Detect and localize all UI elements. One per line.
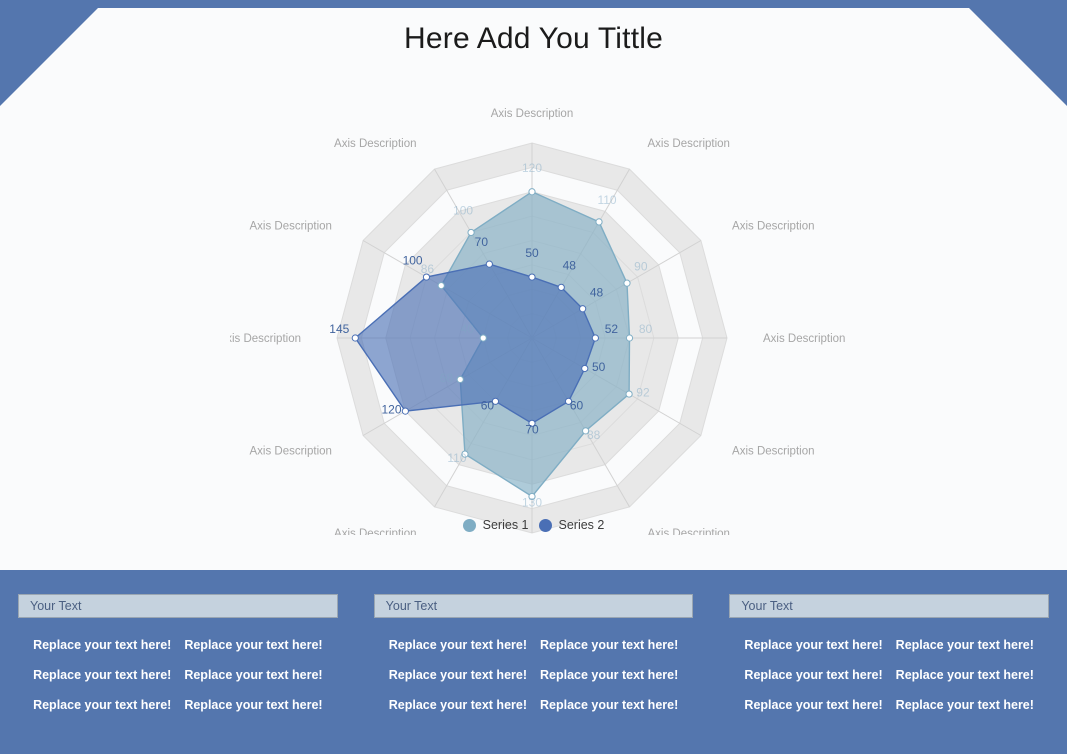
text-cell: Replace your text here! — [744, 698, 883, 712]
radar-value-label: 48 — [590, 285, 604, 299]
radar-value-label: 70 — [475, 235, 489, 249]
text-row: Replace your text here! Replace your tex… — [18, 668, 338, 682]
radar-point — [581, 364, 589, 373]
text-cell: Replace your text here! — [388, 668, 527, 682]
text-row: Replace your text here! Replace your tex… — [729, 668, 1049, 682]
radar-value-label: 88 — [587, 428, 601, 442]
text-rows-3: Replace your text here! Replace your tex… — [729, 638, 1049, 712]
radar-point — [456, 375, 464, 384]
radar-axis-label: Axis Description — [648, 138, 730, 150]
text-cell: Replace your text here! — [184, 698, 323, 712]
text-rows-1: Replace your text here! Replace your tex… — [18, 638, 338, 712]
radar-point — [485, 260, 493, 268]
radar-point — [625, 390, 633, 398]
radar-axis-label: Axis Description — [334, 138, 416, 150]
radar-value-label: 92 — [636, 386, 650, 400]
radar-value-label: 110 — [447, 451, 466, 465]
legend-label-series-1: Series 1 — [482, 518, 529, 532]
radar-point — [437, 281, 445, 290]
radar-value-label: 52 — [605, 322, 619, 336]
radar-value-label: 100 — [453, 203, 473, 217]
radar-value-label: 110 — [597, 193, 616, 207]
radar-value-label: 80 — [639, 322, 653, 336]
radar-chart-svg: 1201109080928813011068408610050484852506… — [230, 108, 845, 535]
radar-axis-label: Axis Description — [249, 221, 331, 233]
text-cell: Replace your text here! — [184, 668, 323, 682]
legend-item-series-1[interactable]: Series 1 — [462, 518, 529, 532]
radar-axis-label: Axis Description — [491, 108, 573, 120]
text-cell: Replace your text here! — [895, 638, 1034, 652]
radar-axis-label: Axis Description — [249, 446, 331, 458]
legend-swatch-series-1 — [462, 518, 476, 532]
bottom-columns: Your Text Replace your text here! Replac… — [0, 570, 1067, 728]
radar-value-label: 90 — [634, 260, 648, 274]
radar-point — [625, 334, 634, 342]
legend-item-series-2[interactable]: Series 2 — [538, 518, 605, 532]
chart-legend: Series 1 Series 2 — [0, 518, 1067, 532]
text-row: Replace your text here! Replace your tex… — [729, 698, 1049, 712]
text-cell: Replace your text here! — [184, 638, 323, 652]
bottom-column-2: Your Text Replace your text here! Replac… — [356, 594, 712, 728]
radar-point — [401, 407, 409, 415]
radar-value-label: 48 — [563, 258, 577, 272]
radar-value-label: 68 — [440, 371, 454, 385]
radar-point — [479, 334, 487, 342]
text-cell: Replace your text here! — [33, 668, 172, 682]
radar-value-label: 100 — [403, 254, 423, 268]
radar-axis-label: Axis Description — [230, 333, 301, 345]
text-row: Replace your text here! Replace your tex… — [18, 698, 338, 712]
radar-value-label: 70 — [525, 422, 539, 436]
text-cell: Replace your text here! — [540, 698, 679, 712]
text-row: Replace your text here! Replace your tex… — [18, 638, 338, 652]
text-row: Replace your text here! Replace your tex… — [374, 668, 694, 682]
radar-point — [591, 334, 599, 342]
text-cell: Replace your text here! — [540, 638, 679, 652]
radar-value-label: 145 — [329, 322, 349, 336]
text-cell: Replace your text here! — [540, 668, 679, 682]
text-cell: Replace your text here! — [388, 638, 527, 652]
radar-point — [528, 188, 536, 196]
legend-label-series-2: Series 2 — [558, 518, 605, 532]
text-cell: Replace your text here! — [33, 698, 172, 712]
radar-value-label: 40 — [461, 322, 475, 336]
legend-swatch-series-2 — [538, 518, 552, 532]
bottom-panel: Your Text Replace your text here! Replac… — [0, 570, 1067, 754]
radar-value-label: 120 — [522, 161, 542, 175]
radar-axis-label: Axis Description — [732, 446, 814, 458]
radar-value-label: 50 — [525, 246, 539, 260]
radar-point — [595, 218, 603, 226]
bottom-column-3: Your Text Replace your text here! Replac… — [711, 594, 1067, 728]
text-cell: Replace your text here! — [33, 638, 172, 652]
text-cell: Replace your text here! — [388, 698, 527, 712]
radar-point — [579, 305, 587, 313]
radar-axis-label: Axis Description — [732, 221, 814, 233]
text-input-1[interactable]: Your Text — [18, 594, 338, 618]
radar-value-label: 60 — [481, 398, 495, 412]
radar-point — [467, 228, 475, 237]
text-input-3[interactable]: Your Text — [729, 594, 1050, 618]
radar-point — [557, 283, 565, 291]
text-input-2[interactable]: Your Text — [373, 594, 694, 618]
radar-point — [351, 334, 359, 342]
text-cell: Replace your text here! — [744, 668, 883, 682]
radar-value-label: 60 — [570, 398, 584, 412]
page-title: Here Add You Tittle — [404, 22, 663, 55]
radar-point — [528, 273, 536, 281]
radar-chart: 120 110 90 80 92 88 130 110 68 40 86 100 50 48 48 52 50 6… — [230, 95, 850, 535]
bottom-column-1: Your Text Replace your text here! Replac… — [0, 594, 356, 728]
radar-point — [623, 279, 631, 287]
text-cell: Replace your text here! — [895, 668, 1034, 682]
radar-value-label: 50 — [592, 360, 606, 374]
text-rows-2: Replace your text here! Replace your tex… — [374, 638, 694, 712]
text-row: Replace your text here! Replace your tex… — [374, 698, 694, 712]
text-row: Replace your text here! Replace your tex… — [374, 638, 694, 652]
text-cell: Replace your text here! — [895, 698, 1034, 712]
radar-axis-label: Axis Description — [763, 333, 845, 345]
text-row: Replace your text here! Replace your tex… — [729, 638, 1049, 652]
text-cell: Replace your text here! — [744, 638, 883, 652]
radar-value-label: 130 — [522, 495, 542, 509]
radar-value-label: 120 — [381, 403, 401, 417]
radar-point — [422, 273, 431, 281]
